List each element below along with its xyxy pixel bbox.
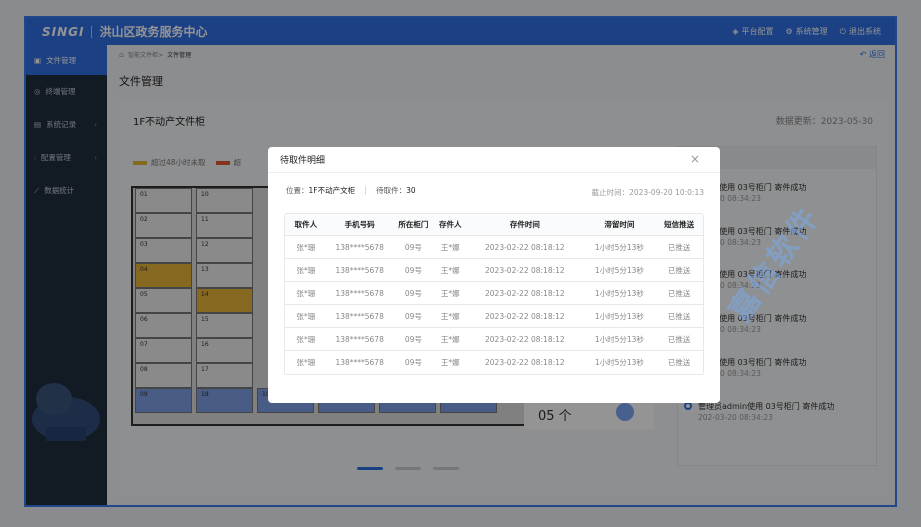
table-cell: 1小时5分13秒 [594, 242, 644, 252]
table-cell: 张*珊 [296, 358, 316, 367]
table-row: 张*珊 138****5678 09号 王*娜 2023-02-22 08:18:12 1… [285, 282, 703, 305]
table-row: 张*珊 138****5678 09号 王*娜 2023-02-22 08:18:12 1… [285, 351, 703, 374]
table-cell: 王*娜 [440, 288, 460, 298]
table-header: 取件人 手机号码 所在柜门 存件人 存件时间 滞留时间 短信推送 [285, 214, 703, 236]
dialog-header: 待取件明细 × [268, 147, 720, 173]
column-header: 手机号码 [344, 220, 375, 229]
table-row: 张*珊 138****5678 09号 王*娜 2023-02-22 08:18:12 1… [285, 259, 703, 282]
table-cell: 2023-02-22 08:18:12 [485, 242, 565, 252]
table-cell: 138****5678 [335, 265, 384, 275]
table-cell: 张*珊 [296, 288, 316, 298]
column-header: 所在柜门 [398, 220, 429, 229]
table-cell: 138****5678 [335, 358, 384, 367]
table-cell: 138****5678 [335, 242, 384, 252]
column-header: 滞留时间 [604, 220, 635, 229]
table-row: 张*珊 138****5678 09号 王*娜 2023-02-22 08:18:12 1… [285, 328, 703, 351]
pending-label: 待取件： [376, 186, 407, 195]
table-cell: 王*娜 [440, 358, 460, 367]
dialog-title: 待取件明细 [280, 156, 326, 166]
table-cell: 王*娜 [440, 311, 460, 321]
table-cell: 138****5678 [335, 311, 384, 321]
table-row: 张*珊 138****5678 09号 王*娜 2023-02-22 08:18:12 1… [285, 305, 703, 328]
deadline-time: 截止时间：2023-09-20 10:0:13 [591, 188, 704, 197]
table-cell: 2023-02-22 08:18:12 [485, 358, 565, 367]
dialog-info: 位置： 1F不动产文柜 待取件： 30 [286, 185, 416, 196]
table-cell: 138****5678 [335, 334, 384, 344]
column-header: 存件人 [438, 220, 462, 229]
location-value: 1F不动产文柜 [308, 186, 356, 195]
table-cell: 2023-02-22 08:18:12 [485, 311, 565, 321]
column-header: 取件人 [294, 220, 318, 229]
table-cell: 09号 [404, 334, 422, 344]
table-cell: 09号 [404, 265, 422, 275]
table-cell: 张*珊 [296, 242, 316, 252]
close-icon[interactable]: × [690, 152, 700, 166]
pending-value: 30 [406, 186, 416, 195]
table-cell: 已推送 [667, 358, 691, 367]
info-divider [365, 186, 367, 195]
table-cell: 2023-02-22 08:18:12 [485, 288, 565, 298]
pending-table: 取件人 手机号码 所在柜门 存件人 存件时间 滞留时间 短信推送 张*珊 138*… [284, 213, 704, 375]
column-header: 短信推送 [664, 220, 695, 229]
location-label: 位置： [286, 186, 309, 195]
table-cell: 1小时5分13秒 [594, 334, 644, 344]
table-cell: 09号 [404, 311, 422, 321]
table-cell: 已推送 [667, 265, 691, 275]
table-cell: 09号 [404, 288, 422, 298]
table-cell: 1小时5分13秒 [594, 288, 644, 298]
table-cell: 2023-02-22 08:18:12 [485, 334, 565, 344]
table-cell: 张*珊 [296, 265, 316, 275]
table-cell: 09号 [404, 358, 422, 367]
table-cell: 138****5678 [335, 288, 384, 298]
table-cell: 2023-02-22 08:18:12 [485, 265, 565, 275]
table-cell: 已推送 [667, 288, 691, 298]
table-cell: 1小时5分13秒 [594, 358, 644, 367]
column-header: 存件时间 [509, 220, 540, 229]
table-cell: 09号 [404, 242, 422, 252]
table-cell: 1小时5分13秒 [594, 311, 644, 321]
table-cell: 王*娜 [440, 265, 460, 275]
table-cell: 王*娜 [440, 242, 460, 252]
table-cell: 1小时5分13秒 [594, 265, 644, 275]
pending-pickup-dialog: 待取件明细 × 位置： 1F不动产文柜 待取件： 30 截止时间：2023-09-2… [268, 147, 720, 403]
table-row: 张*珊 138****5678 09号 王*娜 2023-02-22 08:18:12 1… [285, 236, 703, 259]
table-cell: 王*娜 [440, 334, 460, 344]
table-cell: 已推送 [667, 311, 691, 321]
table-cell: 张*珊 [296, 311, 316, 321]
table-cell: 张*珊 [296, 334, 316, 344]
table-cell: 已推送 [667, 242, 691, 252]
table-cell: 已推送 [667, 334, 691, 344]
